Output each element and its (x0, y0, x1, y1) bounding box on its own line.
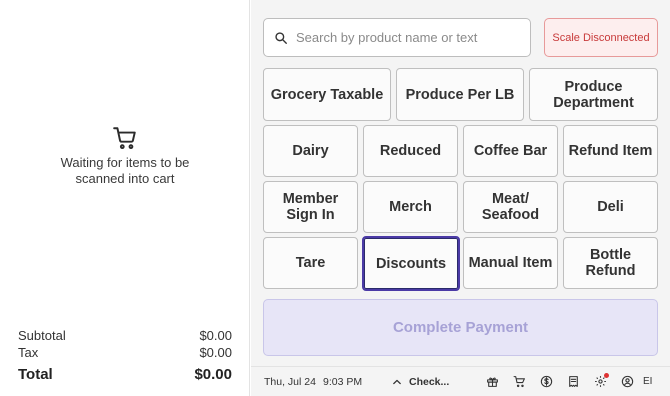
subtotal-row: Subtotal $0.00 (18, 327, 232, 344)
chevron-up-icon (393, 379, 401, 384)
deli-button[interactable]: Deli (563, 181, 658, 233)
complete-payment-button[interactable]: Complete Payment (263, 299, 658, 356)
user-icon[interactable] (620, 375, 634, 389)
tare-button[interactable]: Tare (263, 237, 358, 289)
empty-cart-message: Waiting for items to be scanned into car… (60, 155, 190, 186)
check-status-label: Check... (409, 375, 450, 388)
refund-item-button[interactable]: Refund Item (563, 125, 658, 177)
notification-dot (604, 372, 609, 378)
user-initials: EI (643, 376, 653, 387)
manual-item-button[interactable]: Manual Item (463, 237, 558, 289)
produce-per-lb-button[interactable]: Produce Per LB (396, 68, 524, 121)
discounts-button[interactable]: Discounts (362, 236, 460, 291)
cart-icon (113, 127, 136, 150)
receipt-icon[interactable] (566, 375, 580, 389)
merch-button[interactable]: Merch (363, 181, 458, 233)
gear-icon[interactable] (593, 372, 609, 389)
dairy-button[interactable]: Dairy (263, 125, 358, 177)
cart-icon[interactable] (512, 375, 526, 389)
search-input[interactable] (296, 30, 516, 45)
gift-icon[interactable] (485, 375, 499, 389)
meat-seafood-button[interactable]: Meat/ Seafood (463, 181, 558, 233)
member-sign-in-button[interactable]: Member Sign In (263, 181, 358, 233)
scale-status-badge[interactable]: Scale Disconnected (544, 18, 658, 57)
status-bar: Thu, Jul 24 9:03 PM Check... EI (251, 366, 670, 396)
check-status-button[interactable]: Check... (393, 376, 449, 388)
status-icons: EI (485, 372, 653, 389)
status-time: 9:03 PM (323, 375, 363, 388)
subtotal-value: $0.00 (199, 328, 232, 343)
totals-summary: Subtotal $0.00 Tax $0.00 Total $0.00 (18, 327, 232, 383)
search-icon (275, 31, 287, 44)
product-search[interactable] (263, 18, 531, 57)
subtotal-label: Subtotal (18, 328, 66, 343)
grocery-taxable-button[interactable]: Grocery Taxable (263, 68, 391, 121)
reduced-button[interactable]: Reduced (363, 125, 458, 177)
dollar-icon[interactable] (539, 375, 553, 389)
status-date: Thu, Jul 24 (264, 375, 316, 388)
pos-panel: Scale Disconnected Grocery Taxable Produ… (251, 0, 670, 396)
coffee-bar-button[interactable]: Coffee Bar (463, 125, 558, 177)
tax-label: Tax (18, 345, 39, 360)
bottle-refund-button[interactable]: Bottle Refund (563, 237, 658, 289)
total-label: Total (18, 366, 53, 383)
tax-value: $0.00 (199, 345, 232, 360)
total-row: Total $0.00 (18, 366, 232, 383)
total-value: $0.00 (194, 366, 232, 383)
cart-panel: Waiting for items to be scanned into car… (0, 0, 250, 396)
empty-cart-state: Waiting for items to be scanned into car… (0, 125, 250, 187)
tax-row: Tax $0.00 (18, 344, 232, 361)
produce-department-button[interactable]: Produce Department (529, 68, 658, 121)
